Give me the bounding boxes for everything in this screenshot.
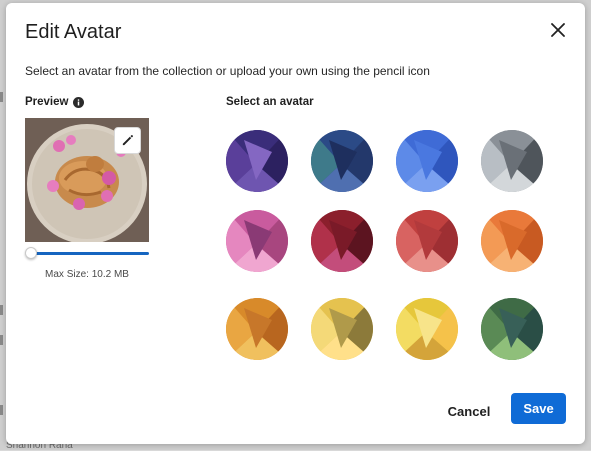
background-marker [0,335,3,345]
avatar-option-crimson[interactable] [311,210,373,272]
dialog-title: Edit Avatar [25,21,122,43]
avatar-option-green[interactable] [481,298,543,360]
avatar-option-blue[interactable] [396,130,458,192]
background-marker [0,405,3,415]
avatar-option-yellow[interactable] [396,298,458,360]
dialog-subtitle: Select an avatar from the collection or … [25,64,430,78]
avatar-option-red[interactable] [396,210,458,272]
preview-header: Preview [25,96,85,108]
zoom-slider[interactable] [30,252,149,255]
close-button[interactable] [547,19,569,41]
avatar-option-pink[interactable] [226,210,288,272]
max-size-text: Max Size: 10.2 MB [45,269,129,280]
avatar-option-purple[interactable] [226,130,288,192]
edit-avatar-dialog: Edit Avatar Select an avatar from the co… [6,3,585,444]
avatar-option-orange[interactable] [481,210,543,272]
avatar-option-navy-teal[interactable] [311,130,373,192]
background-marker [0,305,3,315]
avatar-option-gold-olive[interactable] [311,298,373,360]
avatar-option-amber[interactable] [226,298,288,360]
avatar-option-gray[interactable] [481,130,543,192]
edit-avatar-button[interactable] [114,127,141,154]
info-icon[interactable] [73,96,85,108]
background-marker [0,92,3,102]
save-button[interactable]: Save [511,393,566,424]
cancel-button[interactable]: Cancel [436,396,502,426]
zoom-slider-handle[interactable] [25,247,37,259]
gallery-label: Select an avatar [226,96,314,108]
preview-label: Preview [25,96,69,108]
pencil-icon [122,134,134,146]
close-icon [551,23,565,37]
